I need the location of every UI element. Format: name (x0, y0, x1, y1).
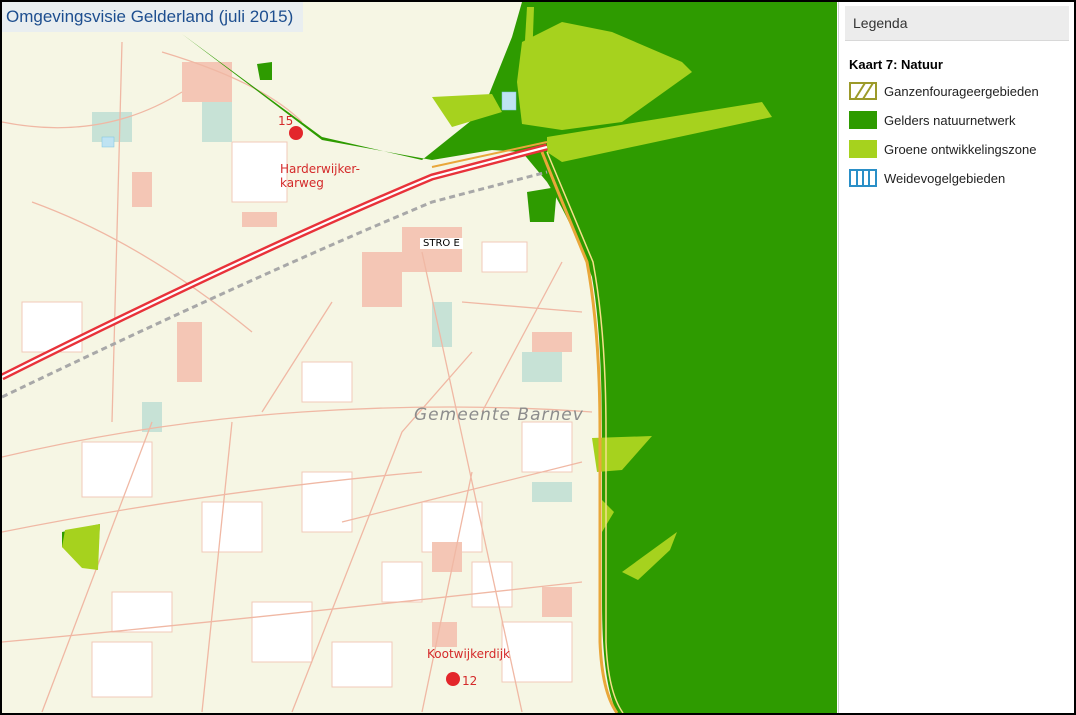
light-green-swatch-icon (849, 140, 877, 158)
legend-item-label: Ganzenfourageergebieden (884, 83, 1039, 99)
legend-item-label: Weidevogelgebieden (884, 170, 1006, 186)
map-title: Omgevingsvisie Gelderland (juli 2015) (2, 2, 304, 32)
legend-item-label: Groene ontwikkelingszone (884, 141, 1037, 157)
legend-item-ganzenfourageergebieden: Ganzenfourageergebieden (849, 80, 1074, 102)
map-viewer: Omgevingsvisie Gelderland (juli 2015) ST… (0, 0, 1076, 715)
legend-item-groene-ontwikkelingszone: Groene ontwikkelingszone (849, 138, 1074, 160)
place-label-stroe: STRO E (420, 238, 463, 249)
legend-panel: Legenda Kaart 7: Natuur Ganzenfourageerg… (838, 2, 1074, 713)
legend-item-label: Gelders natuurnetwerk (884, 112, 1016, 128)
municipality-label: Gemeente Barnev (414, 405, 584, 425)
marker-12-number: 12 (462, 674, 478, 688)
marker-15-name: Harderwijker- karweg (280, 162, 360, 190)
marker-12 (446, 672, 460, 686)
marker-15 (289, 126, 303, 140)
blue-vertical-stripes-swatch-icon (849, 169, 877, 187)
legend-item-gelders-natuurnetwerk: Gelders natuurnetwerk (849, 109, 1074, 131)
legend-item-weidevogelgebieden: Weidevogelgebieden (849, 167, 1074, 189)
legend-title: Kaart 7: Natuur (849, 57, 943, 72)
map-canvas[interactable]: Omgevingsvisie Gelderland (juli 2015) ST… (2, 2, 837, 713)
hatched-olive-swatch-icon (849, 82, 877, 100)
dark-green-swatch-icon (849, 111, 877, 129)
map-graphic (2, 2, 837, 713)
legend-header[interactable]: Legenda (845, 6, 1069, 41)
marker-15-number: 15 (278, 114, 294, 128)
marker-12-name: Kootwijkerdijk (427, 647, 511, 661)
